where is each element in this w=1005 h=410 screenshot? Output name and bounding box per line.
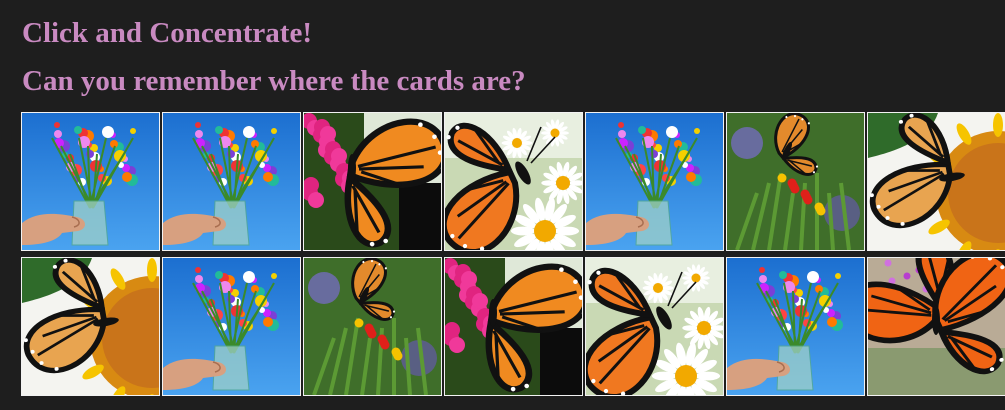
card-board: [21, 112, 1005, 398]
memory-card[interactable]: [444, 112, 583, 251]
monarch-sunflower-image: [22, 258, 159, 395]
page-title: Click and Concentrate!: [22, 17, 312, 49]
bouquet-hand-image: [727, 258, 864, 395]
memory-card[interactable]: [444, 257, 583, 396]
memory-card[interactable]: [162, 257, 301, 396]
bouquet-hand-image: [163, 258, 300, 395]
memory-card[interactable]: [726, 257, 865, 396]
memory-card[interactable]: [726, 112, 865, 251]
bouquet-hand-image: [163, 113, 300, 250]
monarch-milkweed-image: [304, 258, 441, 395]
bouquet-hand-image: [22, 113, 159, 250]
memory-card[interactable]: [21, 257, 160, 396]
monarch-milkweed-image: [727, 113, 864, 250]
page-subtitle: Can you remember where the cards are?: [22, 65, 526, 97]
monarch-pink-flowers-image: [304, 113, 441, 250]
memory-card[interactable]: [867, 112, 1005, 251]
memory-card[interactable]: [21, 112, 160, 251]
monarch-daisies-image: [586, 258, 723, 395]
memory-card[interactable]: [303, 112, 442, 251]
card-row-1: [21, 112, 1005, 252]
card-row-2: [21, 257, 1005, 397]
memory-card[interactable]: [867, 257, 1005, 396]
memory-card[interactable]: [162, 112, 301, 251]
monarch-pink-flowers-image: [445, 258, 582, 395]
monarch-daisies-image: [445, 113, 582, 250]
memory-card[interactable]: [303, 257, 442, 396]
bouquet-hand-image: [586, 113, 723, 250]
monarch-purple-flowers-image: [868, 258, 1005, 395]
memory-card[interactable]: [585, 257, 724, 396]
monarch-sunflower-image: [868, 113, 1005, 250]
memory-card[interactable]: [585, 112, 724, 251]
